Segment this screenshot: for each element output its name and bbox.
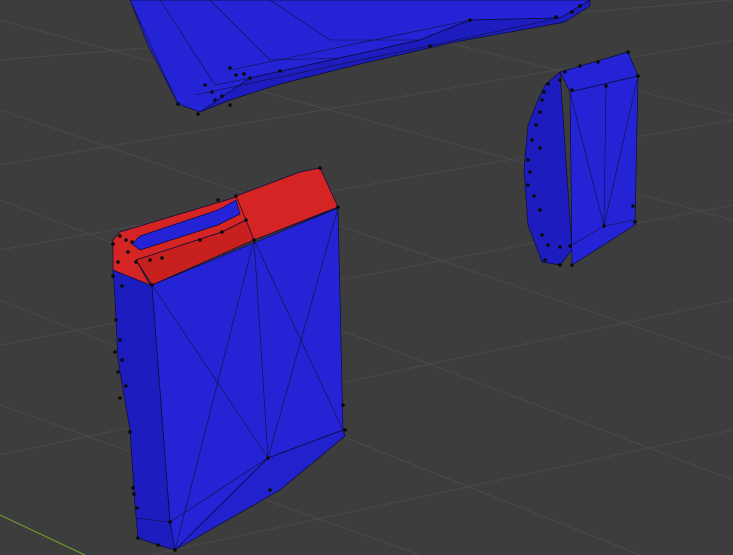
x-axis-line	[0, 514, 86, 555]
right-box-mesh[interactable]	[523, 50, 640, 267]
left-box-mesh[interactable]	[111, 166, 347, 552]
top-mesh-piece[interactable]	[129, 0, 591, 116]
viewport-canvas[interactable]	[0, 0, 733, 555]
3d-viewport[interactable]	[0, 0, 733, 555]
